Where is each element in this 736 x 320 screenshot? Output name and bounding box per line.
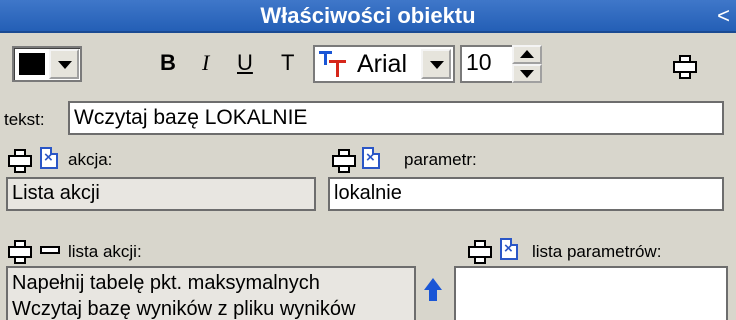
bold-button[interactable]: B [160, 50, 176, 76]
add-action-icon[interactable] [8, 149, 32, 173]
parameter-listbox[interactable] [454, 266, 728, 320]
action-list-label: lista akcji: [68, 242, 142, 261]
panel-titlebar[interactable]: Właściwości obiektu < [0, 0, 736, 33]
collapse-icon[interactable]: < [717, 3, 730, 29]
add-list-action-icon[interactable] [8, 240, 32, 264]
font-name: Arial [357, 50, 408, 78]
delete-parameter-icon[interactable]: × [362, 147, 380, 169]
text-input[interactable]: Wczytaj bazę LOKALNIE [68, 101, 724, 135]
action-select[interactable]: Lista akcji [6, 177, 316, 211]
panel-title: Właściwości obiektu [260, 3, 476, 28]
font-size-stepper[interactable] [512, 45, 542, 83]
list-item[interactable]: Napełnij tabelę pkt. maksymalnych [12, 270, 410, 296]
move-up-icon[interactable] [424, 278, 442, 304]
size-decrease-button[interactable] [512, 64, 542, 83]
action-label: akcja: [68, 150, 113, 169]
font-family-select[interactable]: Arial [313, 45, 455, 83]
parameter-input[interactable]: lokalnie [328, 177, 724, 211]
add-icon[interactable] [673, 55, 697, 79]
size-increase-button[interactable] [512, 45, 542, 64]
plain-text-button[interactable]: T [281, 50, 294, 76]
list-item[interactable]: Wczytaj bazę wyników z pliku wyników [12, 296, 410, 320]
add-list-parameter-icon[interactable] [468, 240, 492, 264]
chevron-down-icon [58, 61, 72, 69]
remove-list-action-icon[interactable] [40, 246, 60, 254]
text-color-picker[interactable] [12, 46, 82, 82]
underline-button[interactable]: U [237, 50, 253, 76]
parameter-label: parametr: [404, 150, 477, 169]
font-dropdown-button[interactable] [421, 49, 451, 79]
action-listbox[interactable]: Napełnij tabelę pkt. maksymalnych Wczyta… [6, 266, 416, 320]
italic-button[interactable]: I [202, 50, 209, 76]
delete-list-parameter-icon[interactable]: × [500, 238, 518, 260]
text-label: tekst: [4, 110, 45, 129]
font-type-icon [319, 51, 346, 77]
color-swatch [19, 53, 45, 75]
color-dropdown-button[interactable] [49, 49, 79, 79]
font-size-input[interactable]: 10 [460, 45, 514, 83]
add-parameter-icon[interactable] [332, 149, 356, 173]
delete-action-icon[interactable]: × [40, 147, 58, 169]
parameter-list-label: lista parametrów: [532, 242, 662, 261]
chevron-down-icon [430, 61, 444, 69]
